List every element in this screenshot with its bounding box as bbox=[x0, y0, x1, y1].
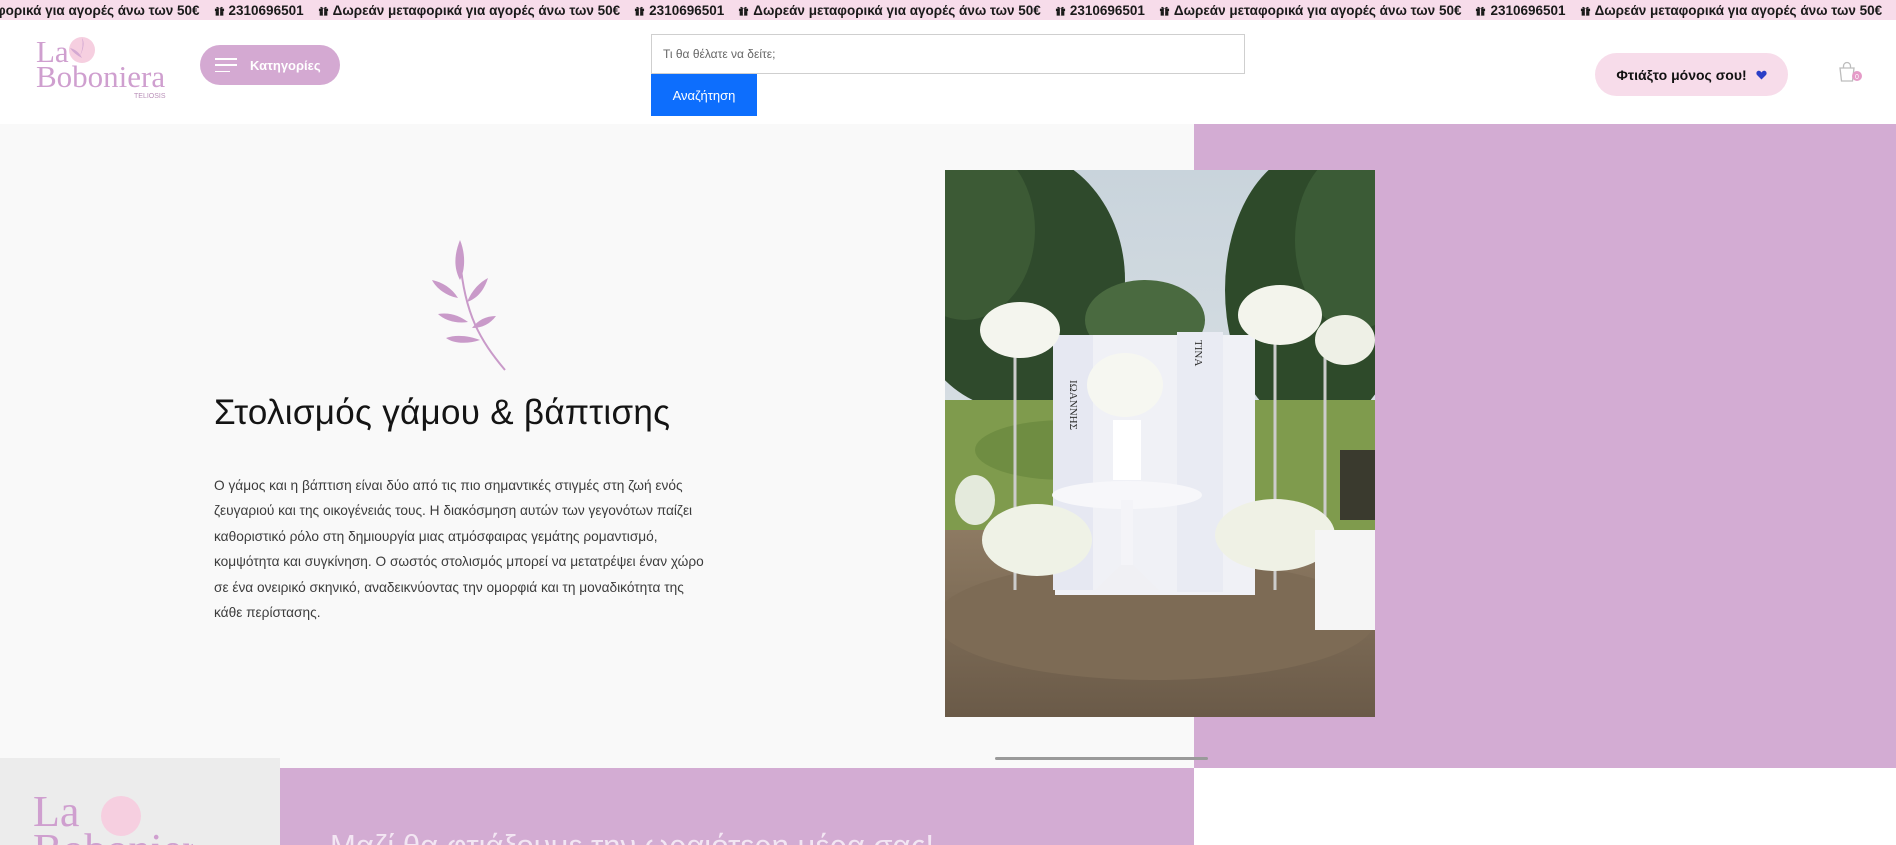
leaf-icon bbox=[432, 240, 506, 371]
make-it-yourself-button[interactable]: Φτιάξτο μόνος σου! bbox=[1595, 53, 1788, 96]
photo-name-right: ΤΙΝΑ bbox=[1192, 340, 1204, 366]
hero-description: Ο γάμος και η βάπτιση είναι δύο από τις … bbox=[214, 478, 704, 621]
slider-scrollbar[interactable] bbox=[995, 757, 1208, 760]
ticker-item-text: Δωρεάν μεταφορικά για αγορές άνω των 50€ bbox=[1594, 2, 1883, 18]
ticker-item-text: Δωρεάν μεταφορικά για αγορές άνω των 50€ bbox=[753, 2, 1041, 18]
make-it-yourself-label: Φτιάξτο μόνος σου! bbox=[1616, 66, 1747, 83]
site-header: La Boboniera TELIOSIS Κατηγορίες Αναζήτη… bbox=[0, 20, 1896, 124]
categories-label: Κατηγορίες bbox=[250, 57, 321, 73]
heart-icon bbox=[1756, 70, 1767, 80]
bottom-right-panel bbox=[1194, 768, 1896, 845]
ticker-item-text: 2310696501 bbox=[1069, 2, 1145, 18]
ticker-item-text: 2310696501 bbox=[1490, 2, 1566, 18]
bottom-logo: La Boboniera bbox=[33, 787, 216, 845]
ticker-item-text: Δωρεάν μεταφορικά για αγορές άνω των 50€ bbox=[332, 2, 621, 18]
logo-tagline: TELIOSIS bbox=[134, 93, 166, 100]
site-logo[interactable]: La Boboniera TELIOSIS bbox=[36, 34, 182, 100]
gift-icon bbox=[214, 6, 224, 16]
ticker-item-text: 2310696501 bbox=[649, 2, 725, 18]
ticker-item: Δωρεάν μεταφορικά για αγορές άνω των 50€ bbox=[1159, 2, 1462, 18]
gift-icon bbox=[739, 6, 749, 16]
photo-name-left: ΙΩΑΝΝΗΣ bbox=[1067, 380, 1079, 430]
gift-icon bbox=[1580, 6, 1590, 16]
ticker-item-text: Δωρεάν μεταφορικά για αγορές άνω των 50€ bbox=[1173, 2, 1462, 18]
ticker-item: 2310696501 bbox=[214, 3, 304, 18]
menu-icon bbox=[215, 58, 237, 72]
logo-line-2: Boboniera bbox=[36, 59, 165, 94]
gift-icon bbox=[1055, 6, 1065, 16]
gift-icon bbox=[1476, 6, 1486, 16]
ticker-item: 2310696501 bbox=[1055, 3, 1145, 18]
ticker-item: 2310696501 bbox=[634, 3, 724, 18]
cart-count: 0 bbox=[1855, 74, 1859, 81]
ticker-track: φορικά για αγορές άνω των 50€ 2310696501 Δ… bbox=[0, 0, 1896, 20]
bottom-heading: Μαζί θα φτιάξουμε την ωραιότερη μέρα σας… bbox=[330, 828, 934, 845]
hero-photo: ΙΩΑΝΝΗΣ ΤΙΝΑ bbox=[945, 170, 1375, 717]
cart-button[interactable]: 0 bbox=[1837, 61, 1863, 85]
cart-icon: 0 bbox=[1839, 61, 1862, 82]
ticker-item: 2310696501 bbox=[1475, 2, 1566, 18]
search-button[interactable]: Αναζήτηση bbox=[651, 74, 757, 116]
ticker-item: Δωρεάν μεταφορικά για αγορές άνω των 50€ bbox=[1580, 2, 1883, 18]
gift-icon bbox=[1159, 6, 1170, 16]
ticker-item: Δωρεάν μεταφορικά για αγορές άνω των 50€ bbox=[318, 2, 621, 18]
search-input[interactable] bbox=[651, 34, 1245, 74]
ticker-item-text: 2310696501 bbox=[228, 2, 304, 18]
gift-icon bbox=[318, 6, 328, 16]
categories-button[interactable]: Κατηγορίες bbox=[200, 45, 340, 85]
ticker-item: Δωρεάν μεταφορικά για αγορές άνω των 50€ bbox=[738, 3, 1041, 18]
ticker-item-text: φορικά για αγορές άνω των 50€ bbox=[0, 2, 200, 18]
ticker-item: φορικά για αγορές άνω των 50€ bbox=[0, 3, 200, 18]
bottom-logo-line-2: Boboniera bbox=[33, 825, 193, 845]
announcement-ticker: φορικά για αγορές άνω των 50€ 2310696501 Δ… bbox=[0, 0, 1896, 20]
hero-title: Στολισμός γάμου & βάπτισης bbox=[214, 393, 671, 432]
gift-icon bbox=[635, 6, 645, 16]
